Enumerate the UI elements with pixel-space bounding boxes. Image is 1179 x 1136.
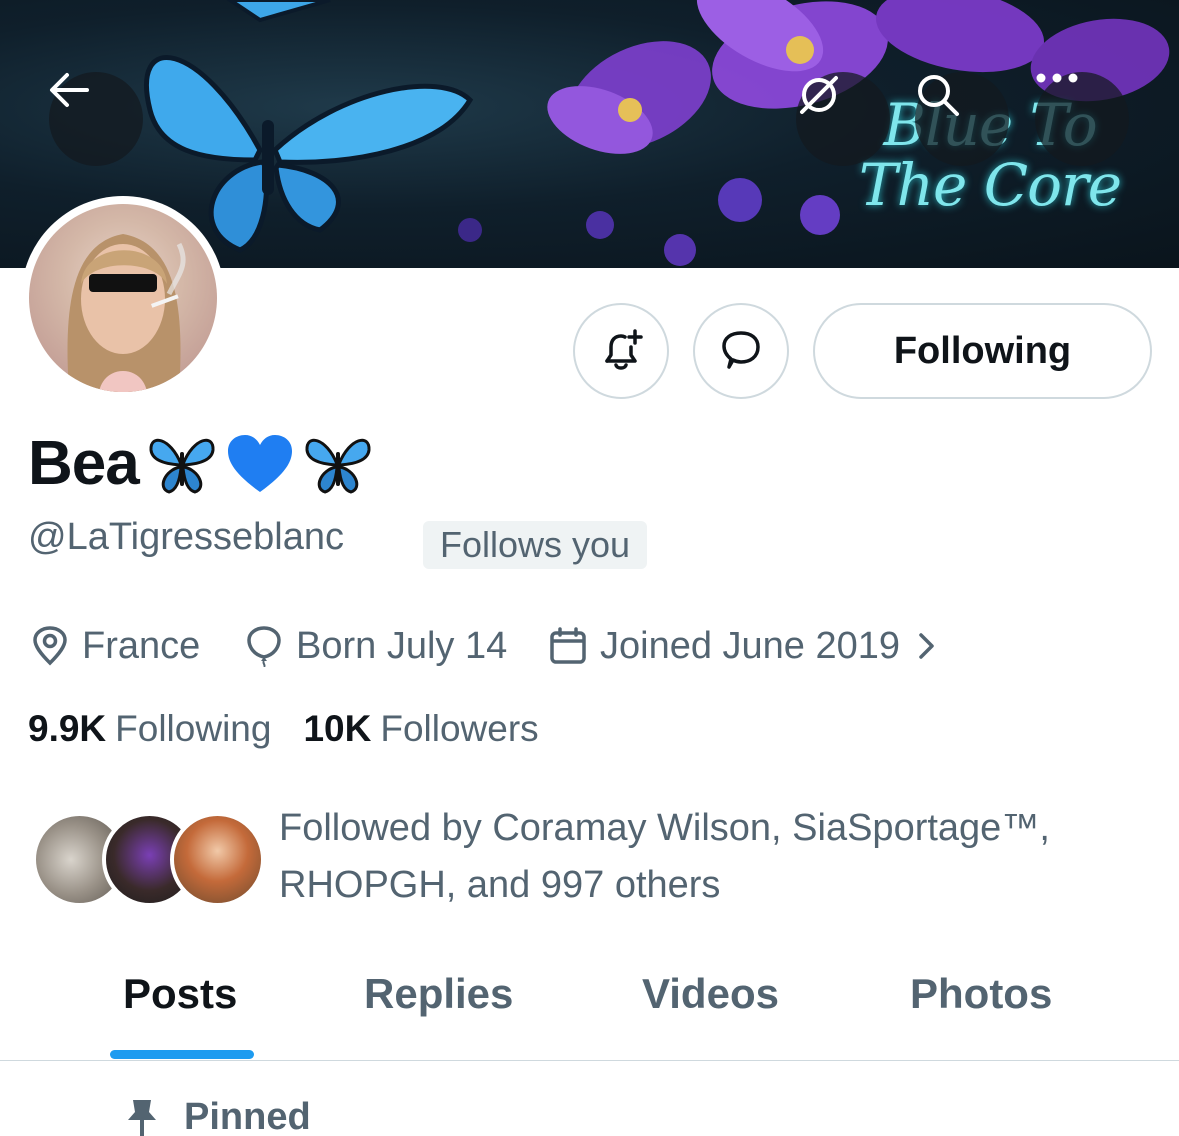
blue-heart-icon bbox=[227, 434, 292, 492]
followers-label: Followers bbox=[380, 708, 539, 749]
followed-by-line1: Followed by Coramay Wilson, SiaSportage™… bbox=[279, 807, 1050, 849]
grok-button[interactable] bbox=[796, 72, 890, 166]
butterfly-icon bbox=[149, 438, 215, 494]
following-count: 9.9K bbox=[28, 708, 107, 749]
avatar bbox=[170, 812, 265, 907]
notifications-button[interactable] bbox=[573, 303, 669, 399]
bell-plus-icon bbox=[605, 329, 643, 370]
following-stat[interactable]: 9.9K Following bbox=[28, 708, 271, 750]
blue-heart-emoji-icon bbox=[225, 432, 295, 496]
avatar-image bbox=[29, 204, 217, 392]
joined-item[interactable]: Joined June 2019 bbox=[548, 620, 938, 672]
followers-count: 10K bbox=[303, 708, 372, 749]
pinned-label: Pinned bbox=[124, 1096, 311, 1136]
followed-by-line2: RHOPGH, and 997 others bbox=[279, 864, 721, 906]
message-button[interactable] bbox=[693, 303, 789, 399]
pinned-text: Pinned bbox=[184, 1096, 311, 1136]
profile-handle: @LaTigresseblanc bbox=[28, 516, 344, 558]
balloon-icon bbox=[247, 626, 281, 667]
followed-by-avatars[interactable] bbox=[32, 812, 265, 907]
tab-replies[interactable]: Replies bbox=[364, 970, 513, 1018]
back-button[interactable] bbox=[49, 72, 143, 166]
active-tab-indicator bbox=[110, 1050, 254, 1059]
display-name: Bea bbox=[28, 429, 140, 498]
calendar-icon bbox=[550, 627, 586, 664]
butterfly-emoji-icon bbox=[145, 432, 219, 496]
butterfly-icon bbox=[305, 438, 371, 494]
follow-stats: 9.9K Following 10K Followers bbox=[28, 708, 571, 750]
butterfly-emoji-icon bbox=[301, 432, 375, 496]
chevron-right-icon bbox=[919, 633, 934, 659]
tab-videos[interactable]: Videos bbox=[642, 970, 779, 1018]
tab-posts[interactable]: Posts bbox=[123, 970, 237, 1018]
location-item: France bbox=[30, 620, 200, 672]
location-pin-icon bbox=[33, 626, 67, 666]
grok-icon bbox=[800, 76, 838, 114]
following-button[interactable]: Following bbox=[813, 303, 1152, 399]
joined-text: Joined June 2019 bbox=[600, 624, 901, 667]
arrow-left-icon bbox=[50, 73, 89, 107]
followed-by-text[interactable]: Followed by Coramay Wilson, SiaSportage™… bbox=[279, 800, 1099, 914]
follows-you-badge: Follows you bbox=[423, 521, 648, 569]
following-label: Following bbox=[115, 708, 272, 749]
pin-icon bbox=[128, 1099, 156, 1136]
followers-stat[interactable]: 10K Followers bbox=[303, 708, 538, 750]
tab-photos[interactable]: Photos bbox=[910, 970, 1052, 1018]
birthday-text: Born July 14 bbox=[296, 624, 508, 667]
more-icon bbox=[1036, 73, 1078, 83]
birthday-item: Born July 14 bbox=[244, 620, 507, 672]
profile-tabs: Posts Replies Videos Photos bbox=[0, 940, 1179, 1061]
chat-bubble-icon bbox=[722, 331, 760, 369]
display-name-row: Bea bbox=[28, 428, 375, 499]
search-button[interactable] bbox=[915, 72, 1009, 166]
location-text: France bbox=[82, 624, 201, 667]
profile-avatar[interactable] bbox=[21, 196, 225, 400]
more-button[interactable] bbox=[1035, 72, 1129, 166]
avatar-portrait bbox=[67, 234, 186, 392]
search-icon bbox=[918, 75, 959, 116]
